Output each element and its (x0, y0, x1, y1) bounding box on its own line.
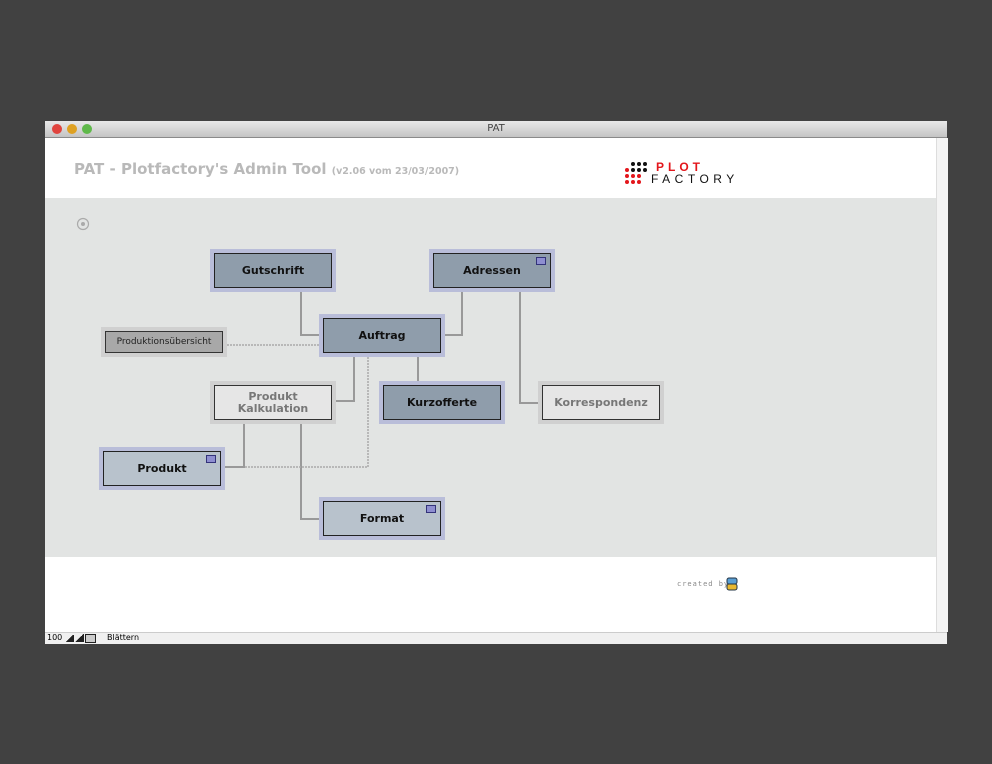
diagram-canvas: Produktionsübersicht Gutschrift Adressen… (45, 198, 936, 557)
vertical-scrollbar[interactable] (936, 138, 948, 632)
zoom-out-icon[interactable] (65, 635, 74, 642)
node-gutschrift[interactable]: Gutschrift (210, 249, 336, 292)
app-window: PAT PAT - Plotfactory's Admin Tool (v2.0… (45, 121, 948, 644)
svg-text:FACTORY: FACTORY (651, 172, 739, 186)
title-bar: PAT (45, 121, 947, 138)
plotfactory-logo: PLOT FACTORY (625, 160, 739, 186)
browse-mode[interactable]: Blättern (107, 633, 139, 642)
node-produktionsuebersicht[interactable]: Produktionsübersicht (101, 327, 227, 357)
envelope-icon[interactable] (426, 505, 436, 513)
window-title: PAT (487, 123, 505, 134)
zoom-level[interactable]: 100 (47, 633, 62, 642)
status-bar: 100 Blättern (45, 632, 947, 644)
node-kurzofferte[interactable]: Kurzofferte (379, 381, 505, 424)
node-format[interactable]: Format (319, 497, 445, 540)
app-version: (v2.06 vom 23/03/2007) (331, 166, 460, 177)
node-auftrag[interactable]: Auftrag (319, 314, 445, 357)
zoom-in-icon[interactable] (75, 634, 84, 642)
envelope-icon[interactable] (206, 455, 216, 463)
node-produkt[interactable]: Produkt (99, 447, 225, 490)
node-adressen[interactable]: Adressen (429, 249, 555, 292)
creator-logo-icon[interactable] (726, 577, 738, 591)
header: PAT - Plotfactory's Admin Tool (v2.06 vo… (45, 138, 936, 198)
app-title: PAT - Plotfactory's Admin Tool (v2.06 vo… (74, 160, 460, 178)
created-by-label: created by (677, 580, 730, 588)
node-korrespondenz[interactable]: Korrespondenz (538, 381, 664, 424)
layout-icon[interactable] (85, 634, 96, 643)
node-produkt-kalkulation[interactable]: Produkt Kalkulation (210, 381, 336, 424)
envelope-icon[interactable] (536, 257, 546, 265)
footer: created by (45, 557, 936, 632)
